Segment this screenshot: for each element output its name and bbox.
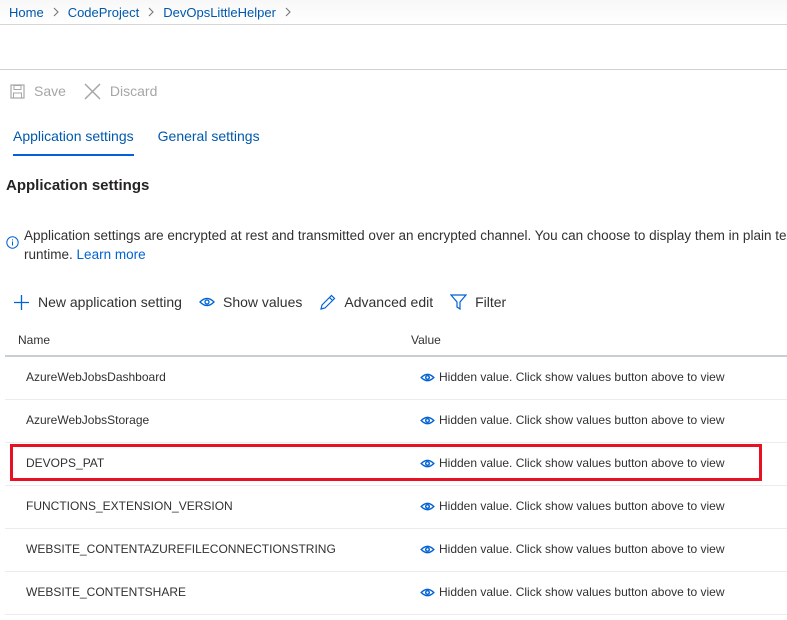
column-header-value[interactable]: Value [411,333,441,347]
column-header-name[interactable]: Name [18,333,50,347]
info-icon [6,236,19,249]
setting-name[interactable]: FUNCTIONS_EXTENSION_VERSION [26,499,233,513]
save-label: Save [34,83,66,99]
filter-label: Filter [475,294,507,310]
hidden-value-text: Hidden value. Click show values button a… [439,413,725,427]
setting-value[interactable]: Hidden value. Click show values button a… [420,370,725,384]
new-application-setting-button[interactable]: New application setting [13,294,182,311]
setting-name[interactable]: AzureWebJobsDashboard [26,370,166,384]
hidden-value-text: Hidden value. Click show values button a… [439,585,725,599]
breadcrumb-codeproject[interactable]: CodeProject [68,5,140,20]
setting-name[interactable]: AzureWebJobsStorage [26,413,149,427]
header-divider [0,69,787,70]
filter-button[interactable]: Filter [450,294,506,310]
info-text-continued: runtime. Learn more [24,245,146,264]
hidden-value-text: Hidden value. Click show values button a… [439,499,725,513]
setting-value[interactable]: Hidden value. Click show values button a… [420,413,725,427]
table-header: Name Value [5,330,787,357]
chevron-right-icon [52,7,60,17]
setting-value[interactable]: Hidden value. Click show values button a… [420,542,725,556]
show-values-button[interactable]: Show values [199,294,302,310]
advanced-edit-button[interactable]: Advanced edit [319,294,433,311]
chevron-right-icon[interactable] [284,7,292,17]
table-row[interactable]: WEBSITE_CONTENTAZUREFILECONNECTIONSTRING… [5,529,787,572]
setting-value[interactable]: Hidden value. Click show values button a… [420,456,725,470]
show-values-label: Show values [222,294,303,310]
command-bar: Save Discard [10,82,175,100]
settings-toolbar: New application setting Show values Adva… [13,292,523,312]
tab-application-settings[interactable]: Application settings [13,128,134,156]
section-title: Application settings [6,177,150,194]
table-row[interactable]: AzureWebJobsStorage Hidden value. Click s… [5,400,787,443]
tab-general-settings[interactable]: General settings [158,128,260,156]
hidden-value-text: Hidden value. Click show values button a… [439,542,725,556]
eye-icon [420,416,435,424]
setting-name[interactable]: WEBSITE_CONTENTAZUREFILECONNECTIONSTRING [26,542,336,556]
table-row[interactable]: FUNCTIONS_EXTENSION_VERSION Hidden value.… [5,486,787,529]
table-row[interactable]: AzureWebJobsDashboard Hidden value. Click… [5,357,787,400]
close-icon [84,82,101,100]
eye-icon [420,502,435,510]
setting-value[interactable]: Hidden value. Click show values button a… [420,585,725,599]
chevron-right-icon [147,7,155,17]
eye-icon [420,459,435,467]
eye-icon [420,588,435,596]
plus-icon [14,294,29,310]
setting-name[interactable]: DEVOPS_PAT [26,456,104,470]
eye-icon [199,297,215,307]
app-settings-table: Name Value AzureWebJobsDashboard Hidden v… [5,330,787,615]
new-application-setting-label: New application setting [38,294,182,310]
discard-label: Discard [109,83,158,99]
save-icon [10,83,25,99]
learn-more-link[interactable]: Learn more [77,247,146,262]
pencil-icon [320,294,336,310]
breadcrumb-devopslittlehelper[interactable]: DevOpsLittleHelper [163,5,276,20]
save-button[interactable]: Save [10,83,66,99]
hidden-value-text: Hidden value. Click show values button a… [439,456,725,470]
table-row[interactable]: DEVOPS_PAT Hidden value. Click show value… [5,443,787,486]
info-text: Application settings are encrypted at re… [24,228,787,243]
breadcrumb-home[interactable]: Home [9,5,44,20]
breadcrumb: Home CodeProject DevOpsLittleHelper [0,0,787,25]
advanced-edit-label: Advanced edit [344,294,434,310]
setting-value[interactable]: Hidden value. Click show values button a… [420,499,725,513]
table-row[interactable]: WEBSITE_CONTENTSHARE Hidden value. Click … [5,572,787,615]
setting-name[interactable]: WEBSITE_CONTENTSHARE [26,585,186,599]
filter-icon [450,294,468,310]
settings-tabs: Application settings General settings [13,128,284,156]
discard-button[interactable]: Discard [84,82,158,100]
info-text-runtime: runtime. [24,247,73,262]
eye-icon [420,373,435,381]
eye-icon [420,545,435,553]
hidden-value-text: Hidden value. Click show values button a… [439,370,725,384]
